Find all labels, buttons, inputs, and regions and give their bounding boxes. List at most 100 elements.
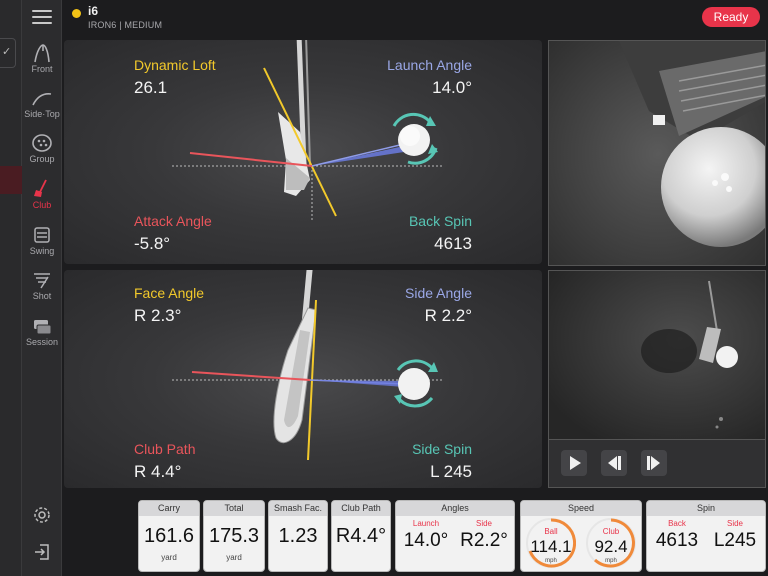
side-spin-stat-value: L245 — [713, 530, 757, 551]
sidebar-item-label: Shot — [32, 291, 52, 301]
smash-factor-label: Smash Fac. — [269, 501, 327, 516]
club-icon — [22, 176, 62, 200]
dynamic-loft-label: Dynamic Loft — [134, 57, 216, 73]
spin-card[interactable]: Spin Back 4613 Side L245 — [646, 500, 766, 572]
swing-icon — [22, 222, 62, 246]
sidebar: Front Side·Top Group Club Swing Shot Ses… — [22, 0, 62, 576]
sidebar-item-club[interactable]: Club — [22, 176, 62, 220]
attack-angle-label: Attack Angle — [134, 213, 212, 229]
sidebar-item-group[interactable]: Group — [22, 130, 62, 174]
launch-angle-label: Launch Angle — [387, 57, 472, 73]
loft-analysis-panel: Dynamic Loft 26.1 Launch Angle 14.0° Att… — [64, 40, 542, 264]
carry-unit: yard — [161, 553, 177, 562]
play-button[interactable] — [561, 450, 587, 476]
left-edge-panel: ✓ — [0, 0, 22, 576]
club-loft-illustration — [172, 40, 444, 220]
launch-stat-label: Launch — [412, 519, 440, 528]
carry-label: Carry — [139, 501, 199, 516]
side-angle-label: Side Angle — [405, 285, 472, 301]
sidebar-item-label: Swing — [29, 246, 55, 256]
total-card[interactable]: Total 175.3 yard — [203, 500, 265, 572]
sidebar-item-shot[interactable]: Shot — [22, 267, 62, 311]
face-angle-label: Face Angle — [134, 285, 205, 301]
side-spin-label: Side Spin — [412, 441, 472, 457]
sidebar-item-label: Side·Top — [24, 109, 60, 119]
back-spin-stat-label: Back — [668, 519, 686, 528]
sidebar-item-label: Club — [32, 200, 52, 210]
side-spin-value: L 245 — [430, 462, 472, 481]
carry-value: 161.6 — [143, 525, 195, 547]
side-stat-value: R2.2° — [460, 530, 508, 551]
back-spin-label: Back Spin — [408, 213, 472, 229]
impact-camera-view[interactable] — [548, 40, 766, 266]
club-path-card-label: Club Path — [332, 501, 390, 516]
side-angle-stat: Side R2.2° — [456, 519, 512, 552]
total-unit: yard — [226, 553, 242, 562]
ball-speed-unit: mph — [545, 558, 557, 564]
sidebar-item-side-top[interactable]: Side·Top — [22, 85, 62, 129]
sidebar-item-label: Front — [31, 64, 53, 74]
selected-row-highlight — [0, 166, 22, 194]
launch-angle-stat: Launch 14.0° — [398, 519, 454, 552]
total-value: 175.3 — [208, 525, 260, 547]
logout-icon — [35, 544, 49, 560]
settings-icon — [34, 507, 50, 523]
side-top-view-icon — [22, 85, 62, 109]
play-icon — [570, 456, 581, 470]
sidebar-item-label: Group — [29, 154, 55, 164]
ball-camera-view[interactable] — [548, 270, 766, 440]
back-spin-stat: Back 4613 — [649, 519, 705, 552]
club-details: IRON6 | MEDIUM — [88, 20, 163, 30]
total-label: Total — [204, 501, 264, 516]
side-stat-label: Side — [475, 519, 492, 528]
face-analysis-panel: Face Angle R 2.3° Side Angle R 2.2° Club… — [64, 270, 542, 488]
club-path-label: Club Path — [134, 441, 196, 457]
playback-controls — [548, 440, 766, 488]
angles-card[interactable]: Angles Launch 14.0° Side R2.2° — [395, 500, 515, 572]
ready-status-badge[interactable]: Ready — [702, 7, 760, 27]
club-path-value: R 4.4° — [134, 462, 182, 481]
ball-speed-value: 114.1 — [530, 537, 572, 556]
shot-icon — [22, 267, 62, 291]
smash-factor-value: 1.23 — [278, 525, 318, 547]
step-back-button[interactable] — [601, 450, 627, 476]
angles-label: Angles — [396, 501, 514, 516]
launch-angle-value: 14.0° — [432, 78, 472, 97]
club-speed-label: Club — [602, 527, 620, 536]
spin-label: Spin — [647, 501, 765, 516]
club-status-dot — [72, 9, 81, 18]
ball-camera-image — [549, 271, 765, 439]
side-angle-value: R 2.2° — [424, 306, 472, 325]
logout-button[interactable] — [22, 542, 62, 567]
club-speed-unit: mph — [605, 558, 617, 564]
hamburger-menu-icon[interactable] — [32, 10, 52, 26]
dynamic-loft-value: 26.1 — [134, 78, 168, 97]
step-forward-icon — [647, 456, 660, 470]
group-icon — [22, 130, 62, 154]
carry-card[interactable]: Carry 161.6 yard — [138, 500, 200, 572]
step-back-icon — [608, 456, 621, 470]
sidebar-item-swing[interactable]: Swing — [22, 222, 62, 266]
settings-button[interactable] — [22, 505, 62, 530]
sidebar-item-front[interactable]: Front — [22, 40, 62, 84]
app-root: ✓ Front Side·Top Group Club Swing Shot S… — [0, 0, 768, 576]
club-path-card[interactable]: Club Path R4.4° — [331, 500, 391, 572]
back-spin-stat-value: 4613 — [655, 530, 699, 551]
sidebar-item-session[interactable]: Session — [22, 313, 62, 357]
attack-angle-value: -5.8° — [134, 234, 171, 253]
chevron-check-icon: ✓ — [2, 46, 12, 58]
step-forward-button[interactable] — [641, 450, 667, 476]
back-spin-value: 4613 — [434, 234, 472, 253]
sidebar-item-label: Session — [25, 337, 59, 347]
speed-card[interactable]: Speed Ball 114.1 mph Club 92.4 mph — [520, 500, 642, 572]
club-name: i6 — [88, 4, 99, 18]
ball-speed-gauge: Ball 114.1 mph — [526, 518, 576, 568]
face-angle-value: R 2.3° — [134, 306, 182, 325]
ball-speed-label: Ball — [544, 527, 558, 536]
front-view-icon — [22, 40, 62, 64]
top-bar: i6 IRON6 | MEDIUM Ready — [62, 0, 768, 36]
side-spin-stat: Side L245 — [707, 519, 763, 552]
smash-factor-card[interactable]: Smash Fac. 1.23 — [268, 500, 328, 572]
club-speed-gauge: Club 92.4 mph — [586, 518, 636, 568]
side-spin-stat-label: Side — [726, 519, 743, 528]
